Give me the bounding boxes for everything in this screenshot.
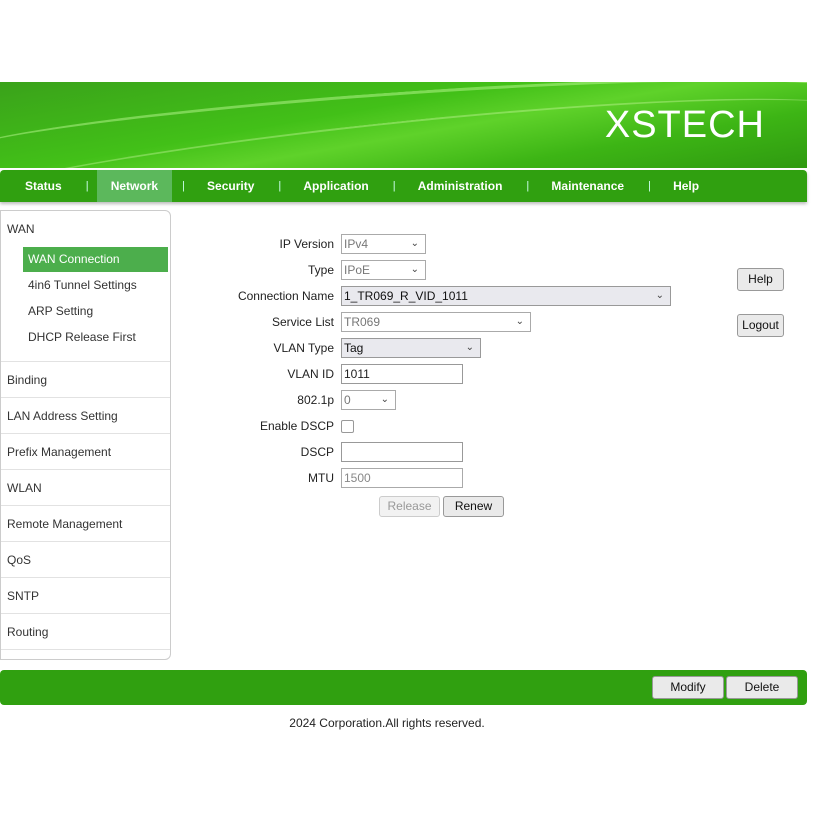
mtu-label: MTU [308, 471, 334, 485]
8021p-value: 0 [344, 393, 351, 407]
vlan-id-row: VLAN ID 1011 [200, 364, 463, 384]
connection-name-value: 1_TR069_R_VID_1011 [344, 289, 468, 303]
sidebar-item-wlan[interactable]: WLAN [1, 470, 170, 506]
sidebar-item-4in6-tunnel[interactable]: 4in6 Tunnel Settings [23, 273, 168, 298]
top-nav: Status | Network | Security | Application | … [0, 170, 807, 202]
nav-separator: | [526, 180, 530, 192]
nav-application[interactable]: Application [289, 170, 382, 202]
sidebar-item-binding[interactable]: Binding [1, 362, 170, 398]
enable-dscp-checkbox[interactable] [341, 419, 354, 433]
enable-dscp-label: Enable DSCP [259, 419, 334, 433]
service-list-row: Service List TR069 ⌄ [200, 312, 531, 332]
service-list-value: TR069 [344, 315, 381, 329]
ip-version-value: IPv4 [344, 237, 369, 251]
help-button[interactable]: Help [737, 268, 784, 291]
nav-maintenance[interactable]: Maintenance [537, 170, 638, 202]
header-banner: XSTECH [0, 82, 807, 168]
nav-help[interactable]: Help [659, 170, 713, 202]
sidebar-item-sntp[interactable]: SNTP [1, 578, 170, 614]
type-value: IPoE [344, 263, 371, 277]
sidebar-item-lan[interactable]: LAN Address Setting [1, 398, 170, 434]
vlan-type-row: VLAN Type Tag ⌄ [200, 338, 481, 358]
chevron-down-icon: ⌄ [515, 316, 524, 327]
ip-version-label: IP Version [279, 237, 334, 251]
chevron-down-icon: ⌄ [410, 238, 419, 249]
dscp-row: DSCP [200, 442, 463, 462]
connection-name-select[interactable]: 1_TR069_R_VID_1011 ⌄ [341, 286, 671, 306]
ip-version-row: IP Version IPv4 ⌄ [200, 234, 426, 254]
chevron-down-icon: ⌄ [380, 394, 389, 405]
modify-button[interactable]: Modify [652, 676, 724, 699]
nav-network[interactable]: Network [96, 170, 173, 202]
nav-administration[interactable]: Administration [404, 170, 517, 202]
mtu-input[interactable]: 1500 [341, 468, 463, 488]
sidebar-item-dhcp-release[interactable]: DHCP Release First [23, 325, 168, 350]
vlan-type-label: VLAN Type [273, 341, 334, 355]
sidebar-wan-submenu: WAN Connection 4in6 Tunnel Settings ARP … [1, 247, 170, 362]
mtu-row: MTU 1500 [200, 468, 463, 488]
type-row: Type IPoE ⌄ [200, 260, 426, 280]
delete-button[interactable]: Delete [726, 676, 798, 699]
renew-button[interactable]: Renew [443, 496, 504, 517]
vlan-type-select[interactable]: Tag ⌄ [341, 338, 481, 358]
release-button[interactable]: Release [379, 496, 440, 517]
nav-separator: | [182, 180, 185, 192]
connection-name-row: Connection Name 1_TR069_R_VID_1011 ⌄ [200, 286, 671, 306]
service-list-label: Service List [271, 315, 334, 329]
8021p-row: 802.1p 0 ⌄ [200, 390, 396, 410]
8021p-select[interactable]: 0 ⌄ [341, 390, 396, 410]
service-list-select[interactable]: TR069 ⌄ [341, 312, 531, 332]
dscp-label: DSCP [300, 445, 334, 459]
vlan-id-label: VLAN ID [287, 367, 334, 381]
sidebar-item-remote[interactable]: Remote Management [1, 506, 170, 542]
sidebar-item-wan[interactable]: WAN [1, 211, 170, 247]
connection-name-label: Connection Name [237, 289, 334, 303]
logo: XSTECH [604, 104, 765, 146]
chevron-down-icon: ⌄ [410, 264, 419, 275]
type-label: Type [307, 263, 334, 277]
sidebar-item-wan-connection[interactable]: WAN Connection [23, 247, 168, 272]
chevron-down-icon: ⌄ [655, 290, 664, 301]
sidebar-item-prefix[interactable]: Prefix Management [1, 434, 170, 470]
vlan-type-value: Tag [344, 341, 364, 355]
enable-dscp-row: Enable DSCP [200, 416, 354, 436]
8021p-label: 802.1p [297, 393, 334, 407]
copyright-footer: 2024 Corporation.All rights reserved. [289, 716, 485, 730]
nav-status[interactable]: Status [11, 170, 76, 202]
ip-version-select[interactable]: IPv4 ⌄ [341, 234, 426, 254]
nav-separator: | [85, 180, 89, 192]
nav-separator: | [392, 180, 396, 192]
nav-separator: | [648, 180, 651, 192]
sidebar-item-routing[interactable]: Routing [1, 614, 170, 650]
dscp-input[interactable] [341, 442, 463, 462]
type-select[interactable]: IPoE ⌄ [341, 260, 426, 280]
sidebar-item-qos[interactable]: QoS [1, 542, 170, 578]
sidebar: WAN WAN Connection 4in6 Tunnel Settings … [0, 210, 171, 660]
sidebar-item-arp[interactable]: ARP Setting [23, 299, 168, 324]
nav-separator: | [278, 180, 282, 192]
chevron-down-icon: ⌄ [465, 342, 474, 353]
nav-security[interactable]: Security [193, 170, 268, 202]
vlan-id-input[interactable]: 1011 [341, 364, 463, 384]
logout-button[interactable]: Logout [737, 314, 784, 337]
